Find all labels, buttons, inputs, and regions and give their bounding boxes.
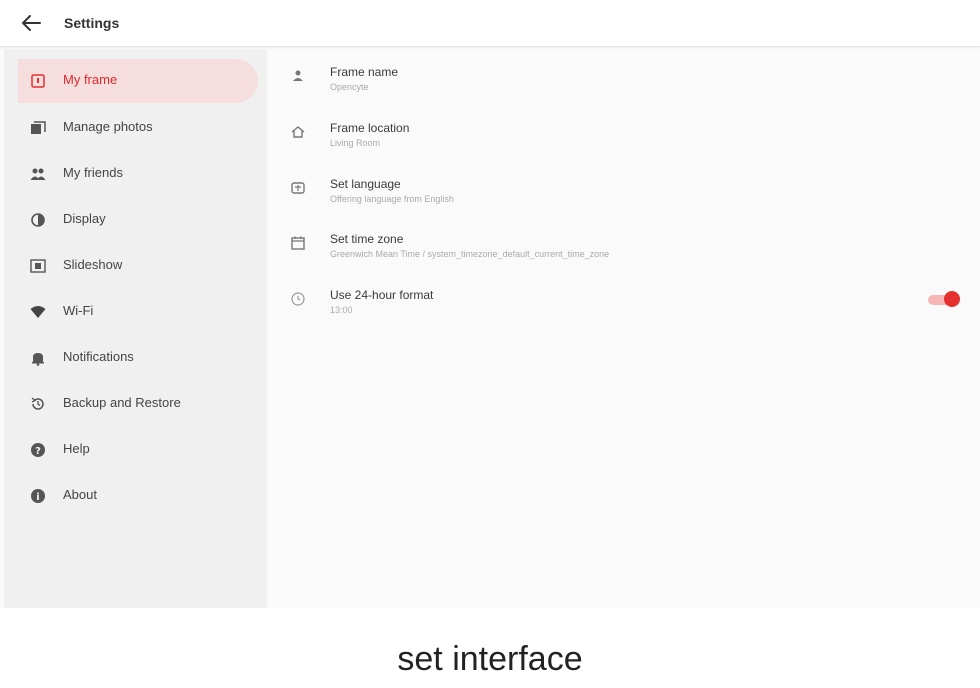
frame-icon [31,74,45,88]
info-icon: i [31,489,45,503]
home-icon [291,126,305,138]
setting-time-zone[interactable]: Set time zone Greenwich Mean Time / syst… [268,219,980,269]
sidebar-item-display[interactable]: Display [18,198,258,242]
sidebar-item-label: Backup and Restore [63,395,181,410]
person-icon [293,70,303,81]
setting-title: Frame name [330,65,399,79]
sidebar-item-manage-photos[interactable]: Manage photos [18,106,258,150]
format-24h-toggle[interactable] [928,291,962,307]
image-caption: set interface [397,640,583,678]
sidebar-item-slideshow[interactable]: Slideshow [18,244,258,288]
sidebar-item-my-friends[interactable]: My friends [18,152,258,196]
setting-value: Living Room [330,138,381,148]
page-title: Settings [64,15,120,31]
sidebar-item-label: Help [63,441,90,456]
sidebar-item-backup-restore[interactable]: Backup and Restore [18,382,258,426]
brightness-icon [31,213,45,227]
sidebar-item-label: Notifications [63,349,134,364]
setting-value: 13:00 [330,305,353,315]
setting-title: Frame location [330,121,410,135]
sidebar-item-label: My frame [63,72,118,87]
people-icon [30,168,46,180]
setting-frame-location[interactable]: Frame location Living Room [268,108,980,158]
setting-title: Use 24-hour format [330,288,434,302]
top-app-bar: Settings [0,0,980,47]
sidebar-item-help[interactable]: ? Help [18,428,258,472]
photos-icon [31,121,46,134]
arrow-left-icon[interactable] [20,13,42,33]
setting-title: Set language [330,177,401,191]
sidebar-item-label: Manage photos [63,119,153,134]
calendar-icon [291,236,305,250]
setting-frame-name[interactable]: Frame name Opencyte [268,52,980,102]
sidebar-item-about[interactable]: i About [18,474,258,518]
settings-list: Frame name Opencyte Frame location Livin… [268,49,980,608]
sidebar-item-label: About [63,487,97,502]
setting-value: Greenwich Mean Time / system_timezone_de… [330,249,610,259]
svg-text:i: i [36,492,39,503]
settings-screen: Settings My frame Manage photos My frien… [0,0,980,608]
help-icon: ? [31,443,45,457]
sidebar-item-my-frame[interactable]: My frame [18,59,258,103]
slideshow-icon [30,259,46,273]
sidebar-item-label: My friends [63,165,123,180]
svg-text:?: ? [35,446,41,457]
language-icon [291,182,305,194]
setting-value: Offering language from English [330,194,454,204]
sidebar-item-label: Display [63,211,106,226]
sidebar-item-label: Slideshow [63,257,123,272]
sidebar-item-label: Wi-Fi [63,303,94,318]
setting-language[interactable]: Set language Offering language from Engl… [268,164,980,214]
setting-24-hour-format[interactable]: Use 24-hour format 13:00 [268,275,980,325]
restore-icon [31,397,44,410]
toggle-knob [944,291,960,307]
sidebar-item-wifi[interactable]: Wi-Fi [18,290,258,334]
wifi-icon [30,306,46,318]
clock-icon [291,292,305,306]
setting-value: Opencyte [330,82,369,92]
sidebar-item-notifications[interactable]: Notifications [18,336,258,380]
sidebar: My frame Manage photos My friends Displa… [4,49,267,608]
setting-title: Set time zone [330,232,404,246]
bell-icon [32,353,44,366]
